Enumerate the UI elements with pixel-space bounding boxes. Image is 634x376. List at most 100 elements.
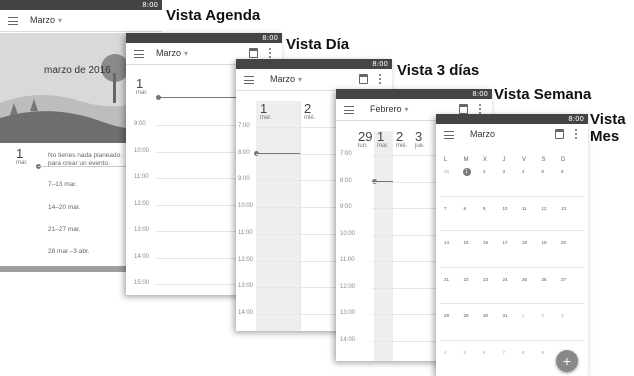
- hour-label: 12:00: [134, 200, 150, 207]
- month-day-cell[interactable]: 5: [542, 169, 545, 174]
- week-row-divider: [440, 267, 584, 268]
- month-day-cell[interactable]: 6: [483, 350, 486, 355]
- day-header-2[interactable]: 1 mar.: [377, 130, 389, 149]
- hour-label: 14:00: [238, 309, 254, 316]
- weekday-header: M: [463, 157, 469, 163]
- weekday-header: S: [541, 157, 546, 163]
- agenda-view-title: Vista Agenda: [166, 7, 261, 24]
- month-day-cell[interactable]: 2: [542, 313, 545, 318]
- day-name: mar.: [260, 115, 272, 121]
- column-divider: [300, 101, 301, 331]
- month-day-cell[interactable]: 29: [464, 313, 469, 318]
- month-day-cell[interactable]: 16: [483, 240, 488, 245]
- hour-label: 11:00: [340, 257, 355, 263]
- month-selector[interactable]: Marzo ▾: [30, 15, 62, 25]
- status-time: 8:00: [142, 1, 158, 9]
- menu-icon[interactable]: [344, 106, 354, 114]
- menu-icon[interactable]: [244, 76, 254, 84]
- today-calendar-icon[interactable]: [459, 104, 468, 114]
- month-day-cell[interactable]: 19: [542, 240, 547, 245]
- month-day-cell[interactable]: 12: [542, 206, 547, 211]
- more-options-icon[interactable]: [575, 129, 578, 140]
- month-day-cell[interactable]: 17: [503, 240, 508, 245]
- today-calendar-icon[interactable]: [555, 129, 564, 139]
- hour-label: 10:00: [340, 230, 356, 237]
- month-day-cell[interactable]: 7: [444, 206, 447, 211]
- month-day-cell[interactable]: 21: [444, 277, 449, 282]
- month-day-cell[interactable]: 13: [561, 206, 566, 211]
- menu-icon[interactable]: [8, 17, 18, 25]
- month-day-cell[interactable]: 4: [522, 169, 525, 174]
- month-day-cell[interactable]: 24: [503, 277, 508, 282]
- more-options-icon[interactable]: [269, 48, 272, 59]
- month-day-cell[interactable]: 11: [522, 206, 527, 211]
- month-day-cell[interactable]: 18: [522, 240, 527, 245]
- add-event-button[interactable]: +: [556, 350, 578, 372]
- today-marker[interactable]: 1: [462, 168, 471, 176]
- month-day-cell[interactable]: 9: [542, 350, 545, 355]
- month-day-cell[interactable]: 29: [444, 169, 449, 174]
- month-day-cell[interactable]: 25: [522, 277, 527, 282]
- status-bar: 8:00: [436, 114, 588, 124]
- status-bar: 8:00: [126, 33, 282, 43]
- month-day-cell[interactable]: 10: [503, 206, 508, 211]
- week-row-divider: [440, 340, 584, 341]
- calendar-views-composite: 8:00 Marzo ▾ marzo de 2016 1 mar. No tie…: [0, 0, 634, 376]
- month-day-cell[interactable]: 15: [464, 240, 469, 245]
- day-header-2[interactable]: 2 mié.: [304, 102, 315, 121]
- agenda-week-3[interactable]: 21–27 mar.: [48, 226, 81, 233]
- day-header-1[interactable]: 29 lun.: [358, 130, 372, 149]
- month-day-cell[interactable]: 23: [483, 277, 488, 282]
- month-day-cell[interactable]: 20: [561, 240, 566, 245]
- month-day-cell[interactable]: 3: [561, 313, 564, 318]
- month-day-cell[interactable]: 8: [464, 206, 467, 211]
- agenda-week-1[interactable]: 7–13 mar.: [48, 181, 77, 188]
- month-day-cell[interactable]: 27: [561, 277, 566, 282]
- day-number: 29: [358, 129, 373, 144]
- month-day-cell[interactable]: 14: [444, 240, 449, 245]
- agenda-week-4[interactable]: 28 mar.–3 abr.: [48, 248, 90, 255]
- hour-label: 9:00: [134, 121, 146, 127]
- empty-message-line2[interactable]: para crear un evento.: [48, 160, 110, 167]
- week-view-title: Vista Semana: [494, 86, 592, 103]
- menu-icon[interactable]: [134, 50, 144, 58]
- month-day-cell[interactable]: 6: [561, 169, 564, 174]
- month-day-cell[interactable]: 9: [483, 206, 486, 211]
- day-number: 1: [16, 146, 24, 161]
- month-day-cell[interactable]: 28: [444, 313, 449, 318]
- hour-label: 11:00: [134, 174, 149, 180]
- month-day-cell[interactable]: 8: [522, 350, 525, 355]
- month-day-cell[interactable]: 31: [503, 313, 508, 318]
- month-day-cell[interactable]: 30: [483, 313, 488, 318]
- today-calendar-icon[interactable]: [359, 74, 368, 84]
- month-day-cell[interactable]: 1: [522, 313, 525, 318]
- month-day-cell[interactable]: 7: [503, 350, 506, 355]
- menu-icon[interactable]: [444, 131, 454, 139]
- weekday-header: L: [444, 157, 448, 163]
- month-day-cell[interactable]: 2: [483, 169, 486, 174]
- month-selector[interactable]: Marzo: [470, 129, 495, 139]
- month-selector[interactable]: Marzo ▾: [156, 48, 188, 58]
- month-day-cell[interactable]: 22: [464, 277, 469, 282]
- more-options-icon[interactable]: [379, 74, 382, 85]
- month-day-cell[interactable]: 26: [542, 277, 547, 282]
- month-day-cell[interactable]: 5: [464, 350, 467, 355]
- month-selector[interactable]: Marzo ▾: [270, 74, 302, 84]
- hour-label: 9:00: [238, 176, 250, 183]
- day-header-4[interactable]: 3 jue.: [415, 130, 425, 149]
- month-day-cell[interactable]: 3: [503, 169, 506, 174]
- agenda-week-2[interactable]: 14–20 mar.: [48, 204, 81, 211]
- today-column-shade: [256, 101, 300, 331]
- agenda-day-header: 1 mar.: [16, 147, 28, 166]
- today-calendar-icon[interactable]: [249, 48, 258, 58]
- day-header-1[interactable]: 1 mar.: [260, 102, 272, 121]
- hour-label: 13:00: [340, 310, 356, 316]
- day-header-3[interactable]: 2 mié.: [396, 130, 407, 149]
- day-number: 1: [260, 101, 268, 116]
- month-day-cell[interactable]: 4: [444, 350, 447, 355]
- month-selector[interactable]: Febrero ▾: [370, 104, 409, 114]
- app-bar: Marzo ▾: [0, 10, 162, 32]
- hour-label: 13:00: [238, 283, 254, 290]
- today-column-shade: [374, 131, 393, 361]
- week-row-divider: [440, 303, 584, 304]
